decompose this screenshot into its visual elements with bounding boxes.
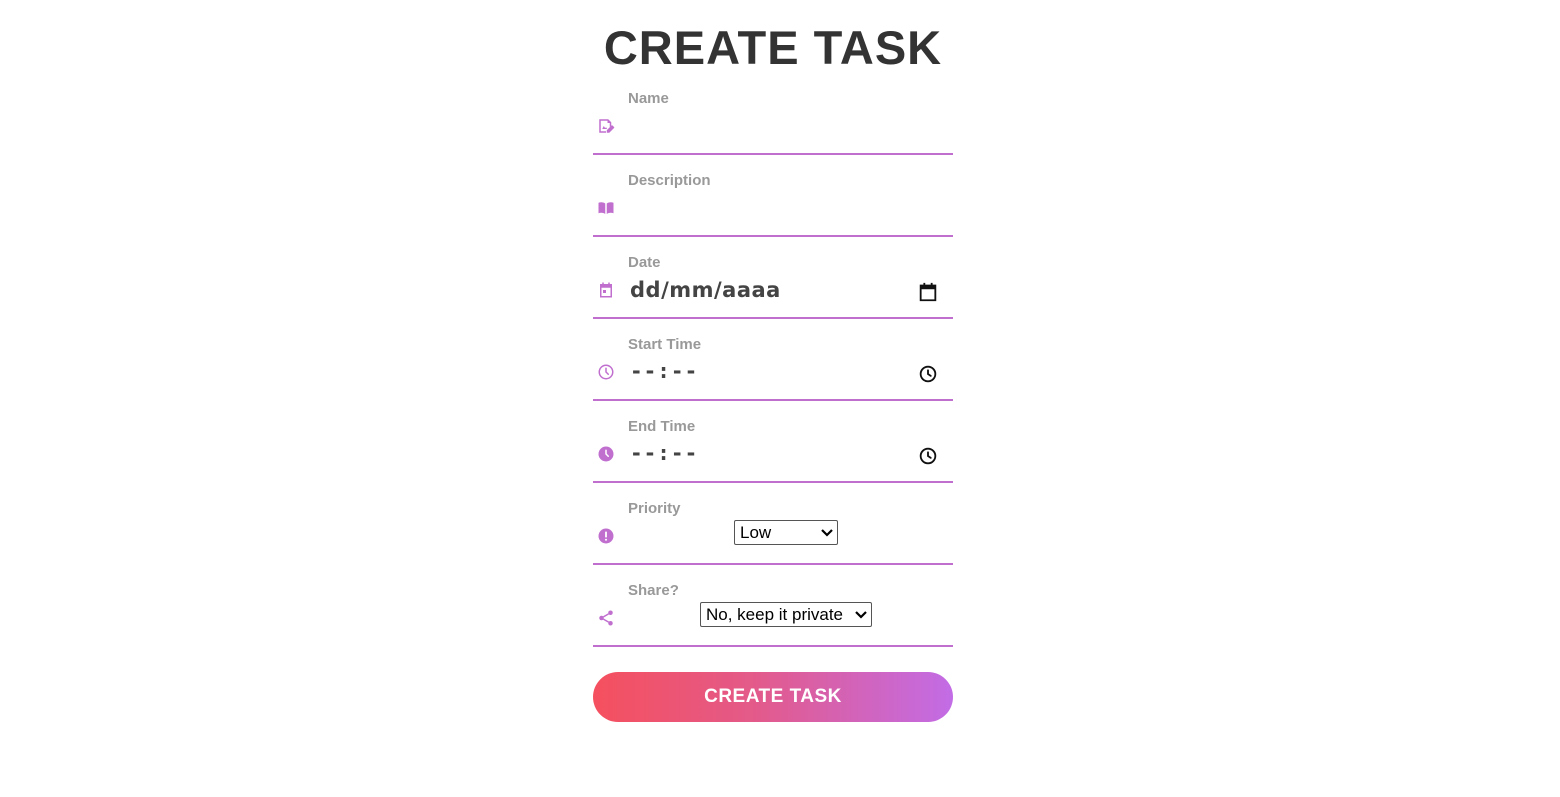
create-task-form: Name Description Date dd/mm/aaaa Start T… (593, 73, 953, 647)
start-time-label: Start Time (628, 336, 702, 353)
date-field: Date dd/mm/aaaa (593, 237, 953, 319)
end-time-input[interactable]: --:-- (630, 441, 698, 465)
create-task-button[interactable]: CREATE TASK (593, 672, 953, 722)
priority-select[interactable]: Low (734, 520, 838, 545)
start-time-input[interactable]: --:-- (630, 359, 698, 383)
end-time-field: End Time --:-- (593, 401, 953, 483)
book-icon (597, 199, 615, 217)
share-select[interactable]: No, keep it private (700, 602, 872, 627)
date-input[interactable]: dd/mm/aaaa (630, 278, 781, 302)
priority-field: Priority Low (593, 483, 953, 565)
chevron-down-icon (855, 610, 867, 619)
calendar-picker-icon[interactable] (917, 281, 939, 303)
share-selected-value: No, keep it private (706, 604, 844, 624)
share-field: Share? No, keep it private (593, 565, 953, 647)
share-label: Share? (628, 582, 679, 599)
clock-picker-icon[interactable] (917, 363, 939, 385)
start-time-field: Start Time --:-- (593, 319, 953, 401)
priority-selected-value: Low (740, 522, 772, 542)
date-label: Date (628, 254, 661, 271)
name-input[interactable] (628, 115, 946, 141)
create-task-page: CREATE TASK Name Description Date dd/mm/… (0, 0, 1560, 797)
calendar-icon (597, 281, 615, 299)
clock-filled-icon (597, 445, 615, 463)
name-label: Name (628, 90, 669, 107)
description-input[interactable] (628, 197, 946, 223)
name-field: Name (593, 73, 953, 155)
page-title: CREATE TASK (603, 21, 943, 74)
share-icon (597, 609, 615, 627)
clock-picker-icon[interactable] (917, 445, 939, 467)
end-time-label: End Time (628, 418, 696, 435)
chevron-down-icon (821, 528, 833, 537)
priority-label: Priority (628, 500, 681, 517)
description-label: Description (628, 172, 711, 189)
exclamation-circle-icon (597, 527, 615, 545)
description-field: Description (593, 155, 953, 237)
edit-note-icon (597, 117, 615, 135)
clock-outline-icon (597, 363, 615, 381)
